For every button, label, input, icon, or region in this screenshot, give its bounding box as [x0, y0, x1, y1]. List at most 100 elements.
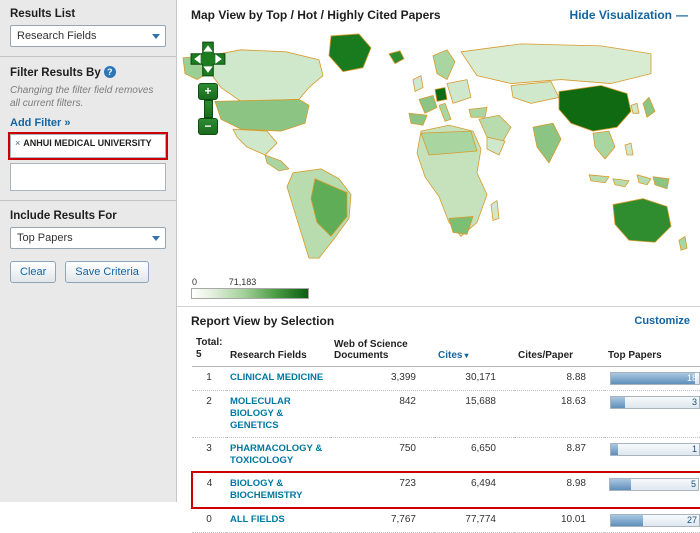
docs-value: 3,399 — [330, 367, 434, 391]
include-results-value: Top Papers — [17, 232, 73, 244]
report-header: Report View by Selection Customize — [191, 314, 690, 328]
sidebar-divider — [0, 200, 176, 201]
sidebar: Results List Research Fields Filter Resu… — [0, 0, 177, 502]
bar-fill — [611, 444, 618, 455]
results-list-select[interactable]: Research Fields — [10, 25, 166, 47]
cites-value: 15,688 — [434, 391, 514, 438]
field-link[interactable]: ALL FIELDS — [230, 514, 324, 526]
report-section: Report View by Selection Customize Total… — [177, 306, 700, 533]
row-rank: 4 — [192, 472, 226, 508]
zoom-out-button[interactable]: − — [198, 118, 218, 135]
map-legend: 0 71,183 — [191, 277, 309, 299]
chevron-down-icon — [152, 34, 160, 39]
row-rank: 1 — [192, 367, 226, 391]
active-filter-item[interactable]: ×ANHUI MEDICAL UNIVERSITY — [10, 134, 166, 158]
filter-list-box[interactable] — [10, 163, 166, 191]
column-header-research-fields[interactable]: Research Fields — [226, 335, 330, 367]
add-filter-link[interactable]: Add Filter » — [10, 117, 71, 129]
table-row: 1 CLINICAL MEDICINE 3,399 30,171 8.88 18 — [192, 367, 700, 391]
table-row: 3 PHARMACOLOGY & TOXICOLOGY 750 6,650 8.… — [192, 437, 700, 472]
column-header-top-papers[interactable]: Top Papers — [604, 335, 700, 367]
active-filter-label: ANHUI MEDICAL UNIVERSITY — [23, 138, 151, 148]
map-zoom-controls: + − — [189, 40, 227, 135]
row-rank: 0 — [192, 508, 226, 533]
main-panel: Map View by Top / Hot / Highly Cited Pap… — [177, 0, 700, 502]
hide-visualization-link[interactable]: Hide Visualization— — [570, 8, 688, 22]
top-papers-bar[interactable]: 3 — [610, 396, 700, 409]
zoom-track[interactable] — [204, 100, 213, 118]
top-papers-count: 1 — [692, 444, 697, 455]
docs-value: 750 — [330, 437, 434, 472]
filter-title: Filter Results By? — [10, 66, 166, 79]
table-row: 0 ALL FIELDS 7,767 77,774 10.01 27 — [192, 508, 700, 533]
total-count: Total: 5 — [192, 335, 226, 367]
docs-value: 723 — [330, 472, 434, 508]
report-table: Total: 5 Research Fields Web of Science … — [191, 335, 700, 533]
cites-per-paper-value: 8.98 — [514, 472, 604, 508]
table-row: 2 MOLECULAR BIOLOGY & GENETICS 842 15,68… — [192, 391, 700, 438]
field-link[interactable]: MOLECULAR BIOLOGY & GENETICS — [230, 396, 324, 432]
bar-fill — [611, 397, 625, 408]
pan-control[interactable] — [189, 40, 227, 78]
top-papers-count: 18 — [687, 373, 697, 384]
map-countries — [183, 34, 687, 258]
results-list-value: Research Fields — [17, 30, 96, 42]
world-map[interactable] — [181, 28, 696, 274]
sort-desc-icon: ▾ — [464, 351, 468, 360]
cites-value: 77,774 — [434, 508, 514, 533]
top-papers-bar[interactable]: 18 — [610, 372, 700, 385]
map-header: Map View by Top / Hot / Highly Cited Pap… — [177, 0, 700, 26]
table-header-row: Total: 5 Research Fields Web of Science … — [192, 335, 700, 367]
filter-note: Changing the filter field removes all cu… — [10, 84, 166, 110]
row-rank: 2 — [192, 391, 226, 438]
top-papers-bar[interactable]: 27 — [610, 514, 700, 527]
save-criteria-button[interactable]: Save Criteria — [65, 261, 149, 283]
bar-fill — [611, 373, 695, 384]
customize-link[interactable]: Customize — [634, 315, 690, 327]
column-header-wos-documents[interactable]: Web of Science Documents — [330, 335, 434, 367]
map-title: Map View by Top / Hot / Highly Cited Pap… — [191, 8, 441, 22]
docs-value: 842 — [330, 391, 434, 438]
include-results-select[interactable]: Top Papers — [10, 227, 166, 249]
legend-labels: 0 71,183 — [191, 277, 309, 288]
zoom-in-button[interactable]: + — [198, 83, 218, 100]
cites-per-paper-value: 18.63 — [514, 391, 604, 438]
clear-button[interactable]: Clear — [10, 261, 56, 283]
column-header-cites[interactable]: Cites▾ — [434, 335, 514, 367]
cites-per-paper-value: 10.01 — [514, 508, 604, 533]
bar-fill — [610, 479, 631, 490]
legend-gradient-bar — [191, 288, 309, 299]
field-link[interactable]: CLINICAL MEDICINE — [230, 372, 324, 384]
column-header-cites-per-paper[interactable]: Cites/Paper — [514, 335, 604, 367]
include-results-title: Include Results For — [10, 210, 166, 222]
top-papers-bar[interactable]: 1 — [610, 443, 700, 456]
cites-per-paper-value: 8.87 — [514, 437, 604, 472]
zoom-slider: + − — [198, 83, 218, 135]
top-papers-count: 5 — [691, 479, 696, 490]
help-icon[interactable]: ? — [104, 66, 116, 78]
chevron-down-icon — [152, 236, 160, 241]
esi-map-screen: Results List Research Fields Filter Resu… — [0, 0, 700, 502]
field-link[interactable]: PHARMACOLOGY & TOXICOLOGY — [230, 443, 324, 467]
field-link[interactable]: BIOLOGY & BIOCHEMISTRY — [230, 478, 324, 502]
minimize-icon: — — [676, 8, 688, 22]
remove-filter-icon[interactable]: × — [15, 138, 20, 148]
table-row-highlighted: 4 BIOLOGY & BIOCHEMISTRY 723 6,494 8.98 … — [192, 472, 700, 508]
world-map-area: + − — [181, 28, 696, 274]
sidebar-buttons: Clear Save Criteria — [10, 261, 166, 283]
docs-value: 7,767 — [330, 508, 434, 533]
bar-fill — [611, 515, 643, 526]
results-list-title: Results List — [10, 8, 166, 20]
top-papers-count: 27 — [687, 515, 697, 526]
top-papers-bar[interactable]: 5 — [609, 478, 699, 491]
cites-value: 30,171 — [434, 367, 514, 391]
cites-per-paper-value: 8.88 — [514, 367, 604, 391]
cites-value: 6,494 — [434, 472, 514, 508]
legend-max: 71,183 — [229, 277, 257, 287]
report-title: Report View by Selection — [191, 314, 334, 328]
row-rank: 3 — [192, 437, 226, 472]
top-papers-count: 3 — [692, 397, 697, 408]
cites-value: 6,650 — [434, 437, 514, 472]
sidebar-divider — [0, 56, 176, 57]
legend-min: 0 — [192, 277, 197, 287]
